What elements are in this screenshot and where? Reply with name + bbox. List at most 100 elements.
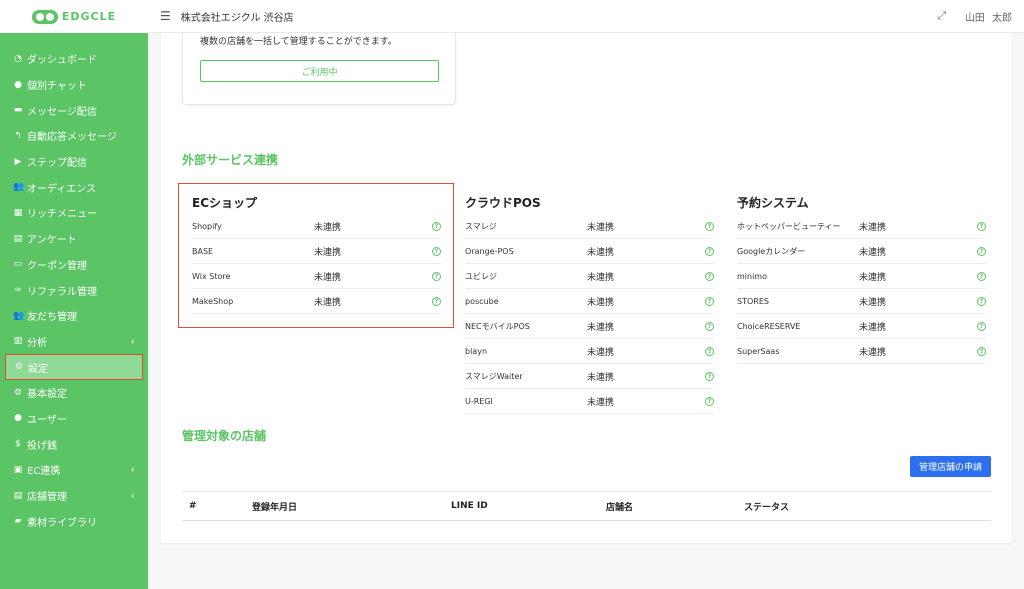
sidebar-item[interactable]: $ 投げ銭 (0, 431, 148, 457)
chevron-left-icon: ‹ (130, 489, 135, 503)
sidebar-item[interactable]: ▤ アンケート (0, 226, 148, 252)
sidebar-item[interactable]: ⚙ 基本設定 (0, 380, 148, 406)
sidebar-item-label: 個別チャット (27, 81, 87, 93)
chat-bubble-icon: ● (14, 79, 22, 90)
help-icon[interactable]: ? (705, 321, 714, 331)
help-icon[interactable]: ? (977, 221, 986, 231)
reply-icon: ↰ (14, 130, 22, 141)
ec-shop-highlight (178, 183, 454, 328)
sidebar-item[interactable]: ▣ EC連携 ‹ (0, 457, 148, 483)
in-use-button[interactable]: ご利用中 (200, 60, 439, 82)
sidebar-item[interactable]: ⚙ 設定 (5, 354, 143, 380)
reservation-system-column: 予約システム ホットペッパービューティー 未連携? Googleカレンダー 未連携? mi… (737, 194, 986, 364)
service-status: 未連携 (587, 297, 615, 308)
dollar-icon: $ (15, 439, 21, 450)
help-icon[interactable]: ? (977, 346, 986, 356)
sidebar-item-label: 基本設定 (27, 389, 67, 401)
cloud-pos-column: クラウドPOS スマレジ 未連携? Orange-POS 未連携? ユビレジ 未連携? pos… (465, 194, 714, 414)
fullscreen-icon[interactable]: ⤢ (937, 9, 946, 23)
help-icon[interactable]: ? (705, 246, 714, 256)
sidebar-item-label: メッセージ配信 (27, 106, 97, 118)
sidebar-item[interactable]: 👥 友だち管理 (0, 303, 148, 329)
help-icon[interactable]: ? (705, 346, 714, 356)
column-header-line-id: LINE ID (451, 501, 488, 511)
service-status: 未連携 (587, 347, 615, 358)
sidebar-item[interactable]: ↰ 自動応答メッセージ (0, 123, 148, 149)
chart-icon: ▥ (13, 336, 23, 347)
column-header-registered-date: 登録年月日 (252, 502, 298, 513)
service-status: 未連携 (587, 397, 615, 408)
help-icon[interactable]: ? (977, 246, 986, 256)
store-icon: ▤ (13, 490, 23, 501)
sidebar-nav: ◔ ダッシュボード ● 個別チャット ▬ メッセージ配信 ↰ 自動応答メッセージ ▶ ステップ配信… (0, 33, 148, 534)
service-status: 未連携 (587, 322, 615, 333)
sidebar-item[interactable]: ▤ 店舗管理 ‹ (0, 483, 148, 509)
service-name: ユビレジ (465, 271, 497, 281)
sidebar-item-label: ステップ配信 (27, 158, 87, 170)
help-icon[interactable]: ? (977, 321, 986, 331)
sidebar-item[interactable]: ◔ ダッシュボード (0, 46, 148, 72)
grid-icon: ▦ (13, 207, 23, 218)
service-status: 未連携 (859, 222, 887, 233)
help-icon[interactable]: ? (705, 221, 714, 231)
sidebar-item-label: アンケート (27, 235, 77, 247)
sidebar-item-label: リッチメニュー (27, 209, 97, 221)
users-icon: 👥 (13, 182, 25, 193)
service-name: Orange-POS (465, 246, 514, 256)
multi-store-description: 複数の店舗を一括して管理することができます。 (200, 37, 397, 47)
service-name: SuperSaas (737, 346, 780, 356)
sidebar-item-label: 設定 (28, 363, 48, 375)
service-name: Googleカレンダー (737, 246, 806, 256)
survey-icon: ▤ (13, 233, 23, 244)
service-status: 未連携 (587, 372, 615, 383)
column-header-status: ステータス (744, 502, 790, 513)
sidebar-item[interactable]: ▦ リッチメニュー (0, 200, 148, 226)
user-icon: ● (14, 413, 22, 424)
service-row: SuperSaas 未連携? (737, 339, 986, 364)
service-name: U-REGI (465, 396, 493, 406)
sidebar-item-label: 素材ライブラリ (27, 517, 97, 529)
dashboard-icon: ◔ (14, 53, 22, 64)
help-icon[interactable]: ? (705, 371, 714, 381)
sidebar-item-label: EC連携 (27, 466, 61, 478)
sidebar-item-label: クーポン管理 (27, 260, 87, 272)
gear-icon: ⚙ (13, 387, 23, 398)
hamburger-menu-icon[interactable]: ☰ (160, 9, 171, 23)
sidebar-item[interactable]: ▬ メッセージ配信 (0, 97, 148, 123)
service-row: U-REGI 未連携? (465, 389, 714, 414)
service-row: ユビレジ 未連携? (465, 264, 714, 289)
service-name: NECモバイルPOS (465, 321, 530, 331)
help-icon[interactable]: ? (705, 271, 714, 281)
sidebar-item-label: オーディエンス (27, 183, 97, 195)
help-icon[interactable]: ? (977, 271, 986, 281)
service-status: 未連携 (859, 347, 887, 358)
service-name: スマレジWaiter (465, 371, 523, 381)
help-icon[interactable]: ? (977, 296, 986, 306)
service-row: NECモバイルPOS 未連携? (465, 314, 714, 339)
sidebar-item[interactable]: ● ユーザー (0, 406, 148, 432)
service-row: Orange-POS 未連携? (465, 239, 714, 264)
sidebar-item[interactable]: ▭ クーポン管理 (0, 252, 148, 278)
column-header-store-name: 店舗名 (606, 502, 634, 513)
logo[interactable]: EDGCLE (0, 0, 148, 33)
help-icon[interactable]: ? (705, 296, 714, 306)
sidebar-item-label: 店舗管理 (27, 492, 67, 504)
sidebar-item[interactable]: ▰ 素材ライブラリ (0, 508, 148, 534)
sidebar-item[interactable]: 👥 オーディエンス (0, 174, 148, 200)
help-icon[interactable]: ? (705, 396, 714, 406)
logo-text: EDGCLE (61, 10, 117, 23)
service-status: 未連携 (587, 222, 615, 233)
apply-managed-store-button[interactable]: 管理店舗の申請 (910, 456, 991, 477)
sidebar-item[interactable]: ▥ 分析 ‹ (0, 329, 148, 355)
chevron-left-icon: ‹ (130, 334, 135, 348)
sidebar-item[interactable]: ● 個別チャット (0, 72, 148, 98)
service-row: minimo 未連携? (737, 264, 986, 289)
service-row: blayn 未連携? (465, 339, 714, 364)
service-name: poscube (465, 296, 499, 306)
user-name[interactable]: 山田 太郎 (965, 9, 1012, 24)
service-name: ChoiceRESERVE (737, 321, 801, 331)
managed-stores-table-header: # 登録年月日 LINE ID 店舗名 ステータス (182, 491, 991, 521)
service-status: 未連携 (859, 247, 887, 258)
sidebar-item[interactable]: ▶ ステップ配信 (0, 149, 148, 175)
sidebar-item[interactable]: ∞ リファラル管理 (0, 277, 148, 303)
